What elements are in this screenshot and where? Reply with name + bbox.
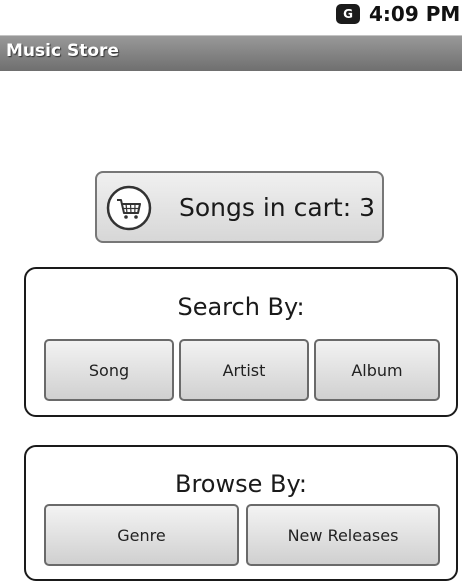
cart-count-label: Songs in cart: 3 (179, 193, 376, 222)
browse-genre-button[interactable]: Genre (44, 504, 239, 566)
screen: G 4:09 PM Music Store Songs in cart: 3 S… (0, 0, 462, 583)
shopping-cart-icon (106, 185, 152, 231)
browse-by-title: Browse By: (174, 470, 308, 498)
search-album-button[interactable]: Album (314, 339, 440, 401)
browse-by-panel: Browse By: Genre New Releases (24, 445, 458, 581)
app-title: Music Store (6, 41, 119, 61)
browse-new-releases-button[interactable]: New Releases (246, 504, 440, 566)
cart-button[interactable]: Songs in cart: 3 (95, 171, 384, 243)
status-time: 4:09 PM (369, 2, 461, 26)
title-bar: Music Store (0, 35, 462, 71)
status-bar: G 4:09 PM (0, 0, 462, 32)
search-by-title: Search By: (177, 293, 305, 321)
search-song-button[interactable]: Song (44, 339, 174, 401)
search-artist-button[interactable]: Artist (179, 339, 309, 401)
search-by-panel: Search By: Song Artist Album (24, 267, 458, 417)
talk-icon: G (336, 4, 360, 24)
